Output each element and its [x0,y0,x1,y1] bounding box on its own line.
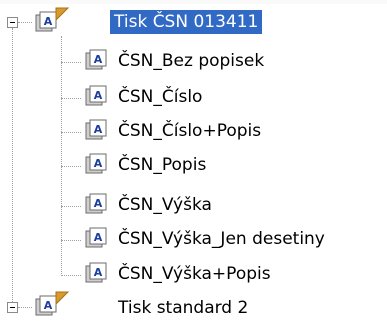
tree-connector [61,132,81,133]
orange-flag-icon [55,7,70,22]
tree-connector [61,62,81,63]
svg-text:A: A [44,15,53,28]
svg-text:A: A [94,266,103,279]
tree-item-csn-cislo[interactable]: ČSN_Číslo [118,85,202,109]
svg-text:A: A [44,299,53,312]
svg-text:A: A [94,231,103,244]
svg-text:A: A [94,123,103,136]
style-sheet-icon: A [85,193,107,214]
tree-connector [61,275,81,276]
tree-item-csn-bez-popisek[interactable]: ČSN_Bez popisek [118,49,264,73]
tree-item-csn-vyska-popis[interactable]: ČSN_Výška+Popis [118,262,271,286]
svg-text:A: A [94,89,103,102]
tree-connector [18,307,32,308]
style-sheet-icon: A [85,85,107,106]
style-sheet-icon: A [85,119,107,140]
tree-item-csn-popis[interactable]: ČSN_Popis [118,153,206,177]
style-tree: A Tisk ČSN 013411 A ČSN_Bez popisek A ČS… [0,0,387,329]
svg-text:A: A [94,53,103,66]
svg-text:A: A [94,157,103,170]
style-sheet-icon: A [85,153,107,174]
tree-item-csn-vyska-jen-desetiny[interactable]: ČSN_Výška_Jen desetiny [118,227,325,251]
style-sheet-icon: A [85,227,107,248]
style-sheet-icon: A [85,49,107,70]
tree-connector [12,28,13,302]
tree-item-tisk-standard-2[interactable]: Tisk standard 2 [118,296,248,320]
tree-item-csn-cislo-popis[interactable]: ČSN_Číslo+Popis [118,119,261,143]
tree-connector [18,22,32,23]
svg-text:A: A [94,197,103,210]
tree-connector [61,98,81,99]
tree-connector [61,206,81,207]
style-sheet-icon: A [85,262,107,283]
collapse-minus-icon[interactable] [7,17,18,28]
tree-connector [61,240,81,241]
orange-flag-icon [55,291,70,306]
collapse-minus-icon[interactable] [7,302,18,313]
tree-connector [61,166,81,167]
tree-item-tisk-csn-013411[interactable]: Tisk ČSN 013411 [110,10,263,34]
tree-item-csn-vyska[interactable]: ČSN_Výška [118,193,212,217]
